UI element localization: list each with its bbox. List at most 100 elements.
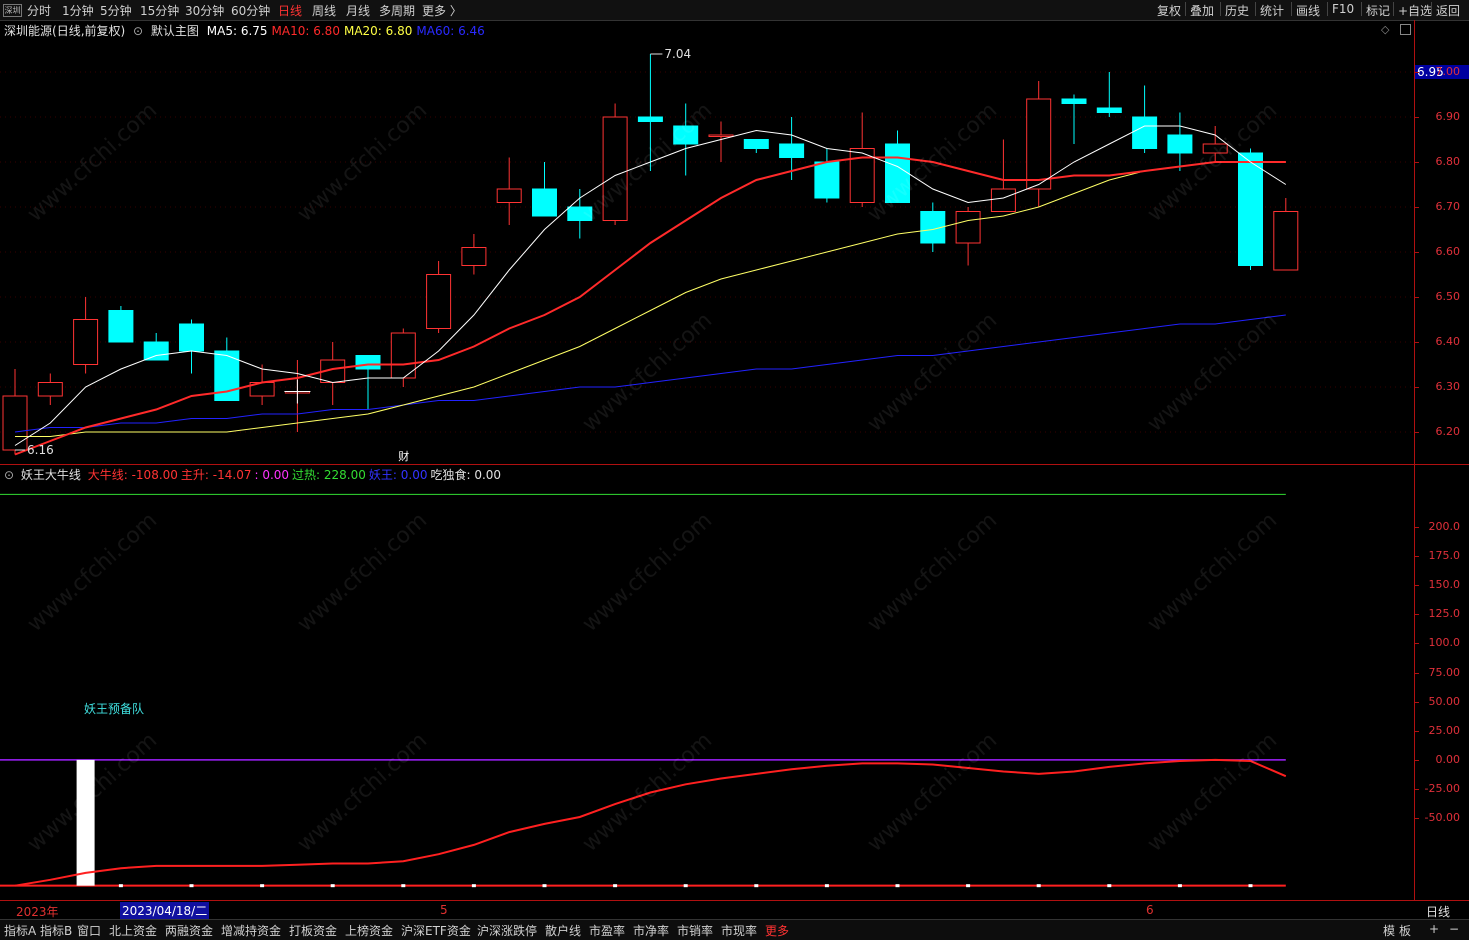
candle-body[interactable] bbox=[637, 116, 663, 122]
period-1[interactable]: 1分钟 bbox=[62, 2, 94, 19]
candle-body[interactable] bbox=[73, 319, 99, 365]
x-axis: 2023年 2023/04/18/二 5 6 日线 bbox=[0, 900, 1469, 920]
indicator-chart[interactable] bbox=[0, 484, 1415, 900]
indicator-name[interactable]: 妖王大牛线 bbox=[21, 468, 81, 482]
tool-button-5[interactable]: F10 bbox=[1332, 2, 1354, 16]
candle-body[interactable] bbox=[1238, 152, 1263, 266]
tool-separator bbox=[1327, 2, 1328, 16]
bottom-tab-13[interactable]: 市销率 bbox=[677, 922, 713, 939]
candle-body[interactable] bbox=[567, 206, 593, 221]
price-tick-1: 6.90 bbox=[1435, 110, 1461, 123]
indicator-tick-mark bbox=[1415, 643, 1419, 645]
tool-button-0[interactable]: 复权 bbox=[1157, 2, 1181, 19]
chart-settings-icon[interactable]: ⊙ bbox=[133, 24, 143, 38]
candle-body[interactable] bbox=[955, 211, 981, 244]
period-7[interactable]: 周线 bbox=[312, 2, 336, 19]
bottom-tab-1[interactable]: 指标B bbox=[40, 922, 72, 939]
period-9[interactable]: 多周期 bbox=[379, 2, 415, 19]
bottom-right-button-3[interactable]: − bbox=[1449, 922, 1459, 936]
candle-body[interactable] bbox=[532, 188, 557, 217]
candle-body[interactable] bbox=[1061, 98, 1087, 104]
candle-body[interactable] bbox=[779, 143, 805, 158]
indicator-tabs-bar: 指标A 指标B 窗口 北上资金 两融资金 增减持资金 打板资金 上榜资金 沪深ETF资金 沪深涨跌… bbox=[0, 919, 1469, 940]
collapse-icon[interactable]: ⊙ bbox=[4, 468, 14, 482]
period-2[interactable]: 5分钟 bbox=[100, 2, 132, 19]
price-tick-mark bbox=[1415, 207, 1419, 208]
bottom-tab-4[interactable]: 两融资金 bbox=[165, 922, 213, 939]
main-chart-name[interactable]: 默认主图 bbox=[151, 24, 199, 38]
bull-line-marker bbox=[1248, 884, 1253, 888]
bottom-tab-5[interactable]: 增减持资金 bbox=[221, 922, 281, 939]
candle-body[interactable] bbox=[1273, 211, 1299, 271]
price-tick-6: 6.40 bbox=[1435, 335, 1461, 348]
candle-body[interactable] bbox=[814, 161, 840, 199]
candle-body[interactable] bbox=[37, 382, 63, 397]
candle-body[interactable] bbox=[2, 395, 28, 451]
kline-chart[interactable]: 7.04 6.16 财 bbox=[0, 40, 1415, 464]
candle-body[interactable] bbox=[743, 139, 769, 149]
tool-button-7[interactable]: +自选 bbox=[1398, 2, 1432, 19]
candle-body[interactable] bbox=[1096, 107, 1122, 113]
low-price-label: 6.16 bbox=[27, 443, 54, 457]
candle-body[interactable] bbox=[673, 125, 699, 145]
bottom-tab-2[interactable]: 窗口 bbox=[77, 922, 101, 939]
candle-body[interactable] bbox=[1167, 134, 1193, 154]
bottom-tab-9[interactable]: 沪深涨跌停 bbox=[477, 922, 537, 939]
bottom-tab-3[interactable]: 北上资金 bbox=[109, 922, 157, 939]
candle-body[interactable] bbox=[355, 355, 381, 370]
bottom-right-button-2[interactable]: + bbox=[1429, 922, 1439, 936]
candle-body[interactable] bbox=[1132, 116, 1158, 149]
tool-button-4[interactable]: 画线 bbox=[1296, 2, 1320, 19]
bottom-right-button-0[interactable]: 模 bbox=[1383, 922, 1395, 939]
bottom-tab-15[interactable]: 更多 bbox=[765, 922, 789, 939]
indicator-legend-3: 过热: 228.00 bbox=[292, 468, 366, 482]
period-8[interactable]: 月线 bbox=[346, 2, 370, 19]
candle-body[interactable] bbox=[708, 134, 734, 137]
bottom-tab-7[interactable]: 上榜资金 bbox=[345, 922, 393, 939]
tool-button-3[interactable]: 统计 bbox=[1260, 2, 1284, 19]
candle-body[interactable] bbox=[108, 310, 134, 343]
market-icon[interactable]: 深圳 bbox=[3, 4, 22, 17]
high-price-label: 7.04 bbox=[664, 47, 691, 61]
candle-body[interactable] bbox=[179, 323, 204, 352]
period-6[interactable]: 日线 bbox=[278, 2, 302, 19]
period-indicator: 日线 bbox=[1426, 905, 1451, 919]
indicator-tick-mark bbox=[1415, 585, 1419, 587]
bottom-tab-8[interactable]: 沪深ETF资金 bbox=[401, 922, 471, 939]
candle-body[interactable] bbox=[461, 247, 487, 266]
bottom-tab-14[interactable]: 市现率 bbox=[721, 922, 757, 939]
price-tick-mark bbox=[1415, 162, 1419, 163]
diamond-icon[interactable]: ◇ bbox=[1381, 23, 1389, 36]
bull-line-marker bbox=[1177, 884, 1182, 888]
bottom-right-button-1[interactable]: 板 bbox=[1399, 922, 1411, 939]
price-tick-7: 6.30 bbox=[1435, 380, 1461, 393]
tool-button-6[interactable]: 标记 bbox=[1366, 2, 1390, 19]
bull-line-marker bbox=[754, 884, 759, 888]
bottom-tab-10[interactable]: 散户线 bbox=[545, 922, 581, 939]
bottom-tab-6[interactable]: 打板资金 bbox=[289, 922, 337, 939]
candle-body[interactable] bbox=[990, 188, 1016, 212]
bottom-tab-0[interactable]: 指标A bbox=[4, 922, 36, 939]
period-3[interactable]: 15分钟 bbox=[140, 2, 179, 19]
bottom-tab-12[interactable]: 市净率 bbox=[633, 922, 669, 939]
bottom-tab-11[interactable]: 市盈率 bbox=[589, 922, 625, 939]
candle-body[interactable] bbox=[1026, 98, 1052, 190]
period-10[interactable]: 更多 〉 bbox=[422, 2, 462, 19]
candle-body[interactable] bbox=[143, 341, 169, 361]
candle-body[interactable] bbox=[426, 274, 452, 329]
candle-body[interactable] bbox=[602, 116, 628, 221]
candle-body[interactable] bbox=[1202, 143, 1228, 154]
tool-button-8[interactable]: 返回 bbox=[1436, 2, 1460, 19]
tool-button-1[interactable]: 叠加 bbox=[1190, 2, 1214, 19]
period-4[interactable]: 30分钟 bbox=[185, 2, 224, 19]
candle-body[interactable] bbox=[496, 188, 522, 203]
period-0[interactable]: 分时 bbox=[27, 2, 51, 19]
price-tick-mark bbox=[1415, 72, 1419, 73]
expand-icon[interactable] bbox=[1400, 24, 1411, 35]
month-label-5: 5 bbox=[440, 903, 448, 917]
tool-button-2[interactable]: 历史 bbox=[1225, 2, 1249, 19]
finance-marker[interactable]: 财 bbox=[398, 449, 409, 463]
price-tick-mark bbox=[1415, 342, 1419, 343]
candle-body[interactable] bbox=[885, 143, 910, 203]
period-5[interactable]: 60分钟 bbox=[231, 2, 270, 19]
